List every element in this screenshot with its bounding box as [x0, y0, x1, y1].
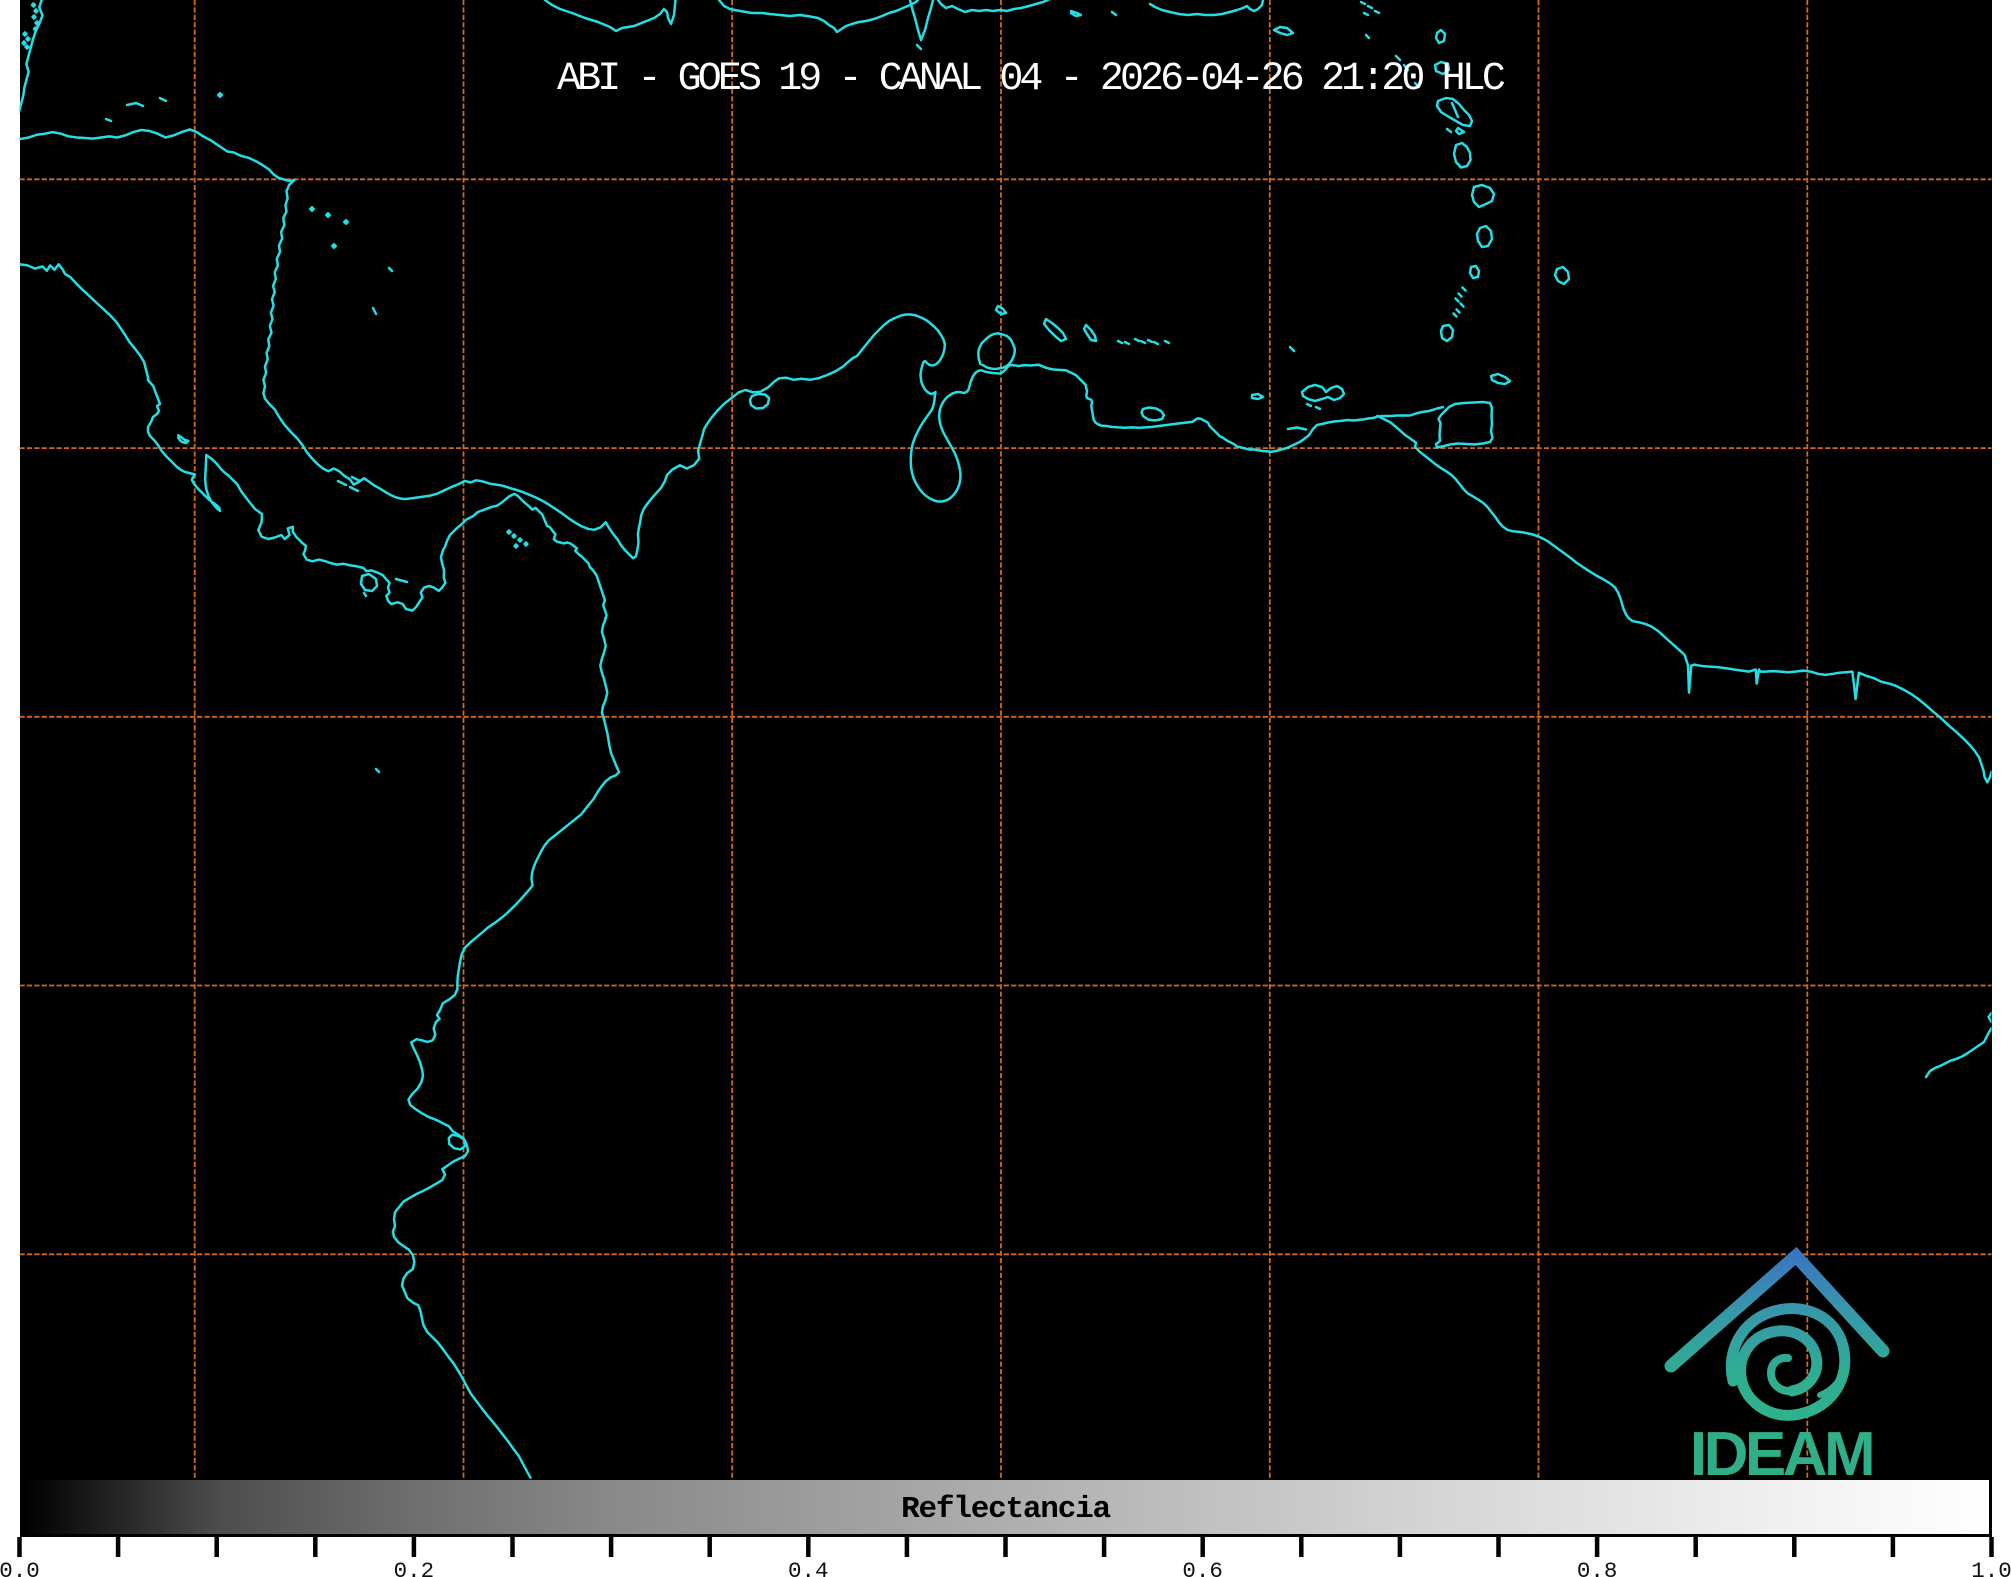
svg-text:IDEAM: IDEAM	[1690, 1420, 1872, 1489]
